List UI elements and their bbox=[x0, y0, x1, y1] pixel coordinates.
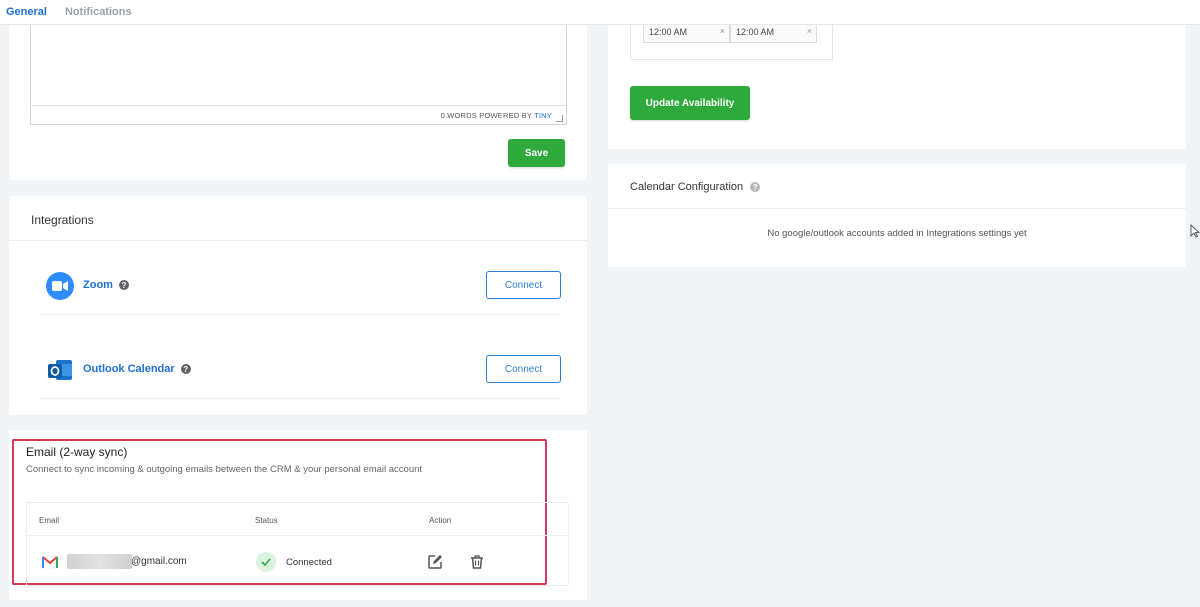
help-icon[interactable]: ? bbox=[118, 280, 129, 290]
column-header-action: Action bbox=[429, 516, 452, 525]
tab-notifications[interactable]: Notifications bbox=[65, 6, 132, 18]
redacted-email bbox=[67, 554, 132, 569]
word-count: 0 WORDS POWERED BY bbox=[440, 111, 535, 120]
save-button[interactable]: Save bbox=[508, 139, 565, 167]
column-header-email: Email bbox=[39, 516, 60, 525]
resize-handle-icon[interactable] bbox=[556, 115, 563, 122]
outlook-label: Outlook Calendar ? bbox=[83, 363, 191, 375]
help-icon[interactable]: ? bbox=[180, 364, 191, 374]
email-sync-subtitle: Connect to sync incoming & outgoing emai… bbox=[26, 464, 423, 475]
integrations-title: Integrations bbox=[31, 213, 94, 227]
calendar-configuration-card: Calendar Configuration ? No google/outlo… bbox=[608, 164, 1186, 267]
mouse-cursor-icon bbox=[1190, 224, 1200, 238]
divider bbox=[9, 240, 587, 241]
check-icon bbox=[256, 552, 276, 572]
outlook-connect-button[interactable]: Connect bbox=[486, 355, 561, 383]
calendar-configuration-title: Calendar Configuration ? bbox=[630, 181, 761, 193]
tiny-link[interactable]: TINY bbox=[534, 111, 552, 120]
email-sync-title: Email (2-way sync) bbox=[26, 445, 128, 459]
gmail-icon bbox=[41, 554, 59, 570]
trash-icon[interactable] bbox=[469, 554, 485, 570]
divider bbox=[39, 398, 561, 399]
integrations-card: Integrations Zoom ? Connect Outlook Cale… bbox=[9, 196, 587, 415]
help-icon[interactable]: ? bbox=[750, 182, 761, 192]
editor-statusbar: 0 WORDS POWERED BY TINY bbox=[30, 105, 567, 125]
clear-icon[interactable]: × bbox=[807, 26, 812, 36]
update-availability-button[interactable]: Update Availability bbox=[630, 86, 750, 120]
integration-row-zoom: Zoom ? Connect bbox=[39, 256, 561, 316]
email-table: Email Status Action @gmail.com Connected bbox=[26, 502, 569, 586]
zoom-icon bbox=[46, 272, 74, 300]
time-range-box: 12:00 AM × 12:00 AM × bbox=[630, 25, 833, 60]
integration-row-outlook: Outlook Calendar ? Connect bbox=[39, 340, 561, 400]
status-connected: Connected bbox=[286, 557, 332, 568]
email-address: @gmail.com bbox=[131, 556, 187, 567]
editor-card: 0 WORDS POWERED BY TINY Save bbox=[9, 25, 587, 180]
settings-tabs: General Notifications bbox=[0, 0, 1200, 25]
empty-state-message: No google/outlook accounts added in Inte… bbox=[767, 228, 1027, 239]
zoom-connect-button[interactable]: Connect bbox=[486, 271, 561, 299]
clear-icon[interactable]: × bbox=[720, 26, 725, 36]
divider bbox=[27, 535, 568, 536]
column-header-status: Status bbox=[255, 516, 278, 525]
end-time-input[interactable]: 12:00 AM × bbox=[730, 25, 817, 43]
divider bbox=[39, 314, 561, 315]
start-time-input[interactable]: 12:00 AM × bbox=[643, 25, 730, 43]
divider bbox=[608, 208, 1186, 209]
availability-card: 12:00 AM × 12:00 AM × Update Availabilit… bbox=[608, 25, 1186, 149]
edit-icon[interactable] bbox=[427, 554, 443, 570]
outlook-icon bbox=[46, 356, 74, 384]
zoom-label: Zoom ? bbox=[83, 279, 129, 291]
tab-general[interactable]: General bbox=[6, 6, 47, 18]
